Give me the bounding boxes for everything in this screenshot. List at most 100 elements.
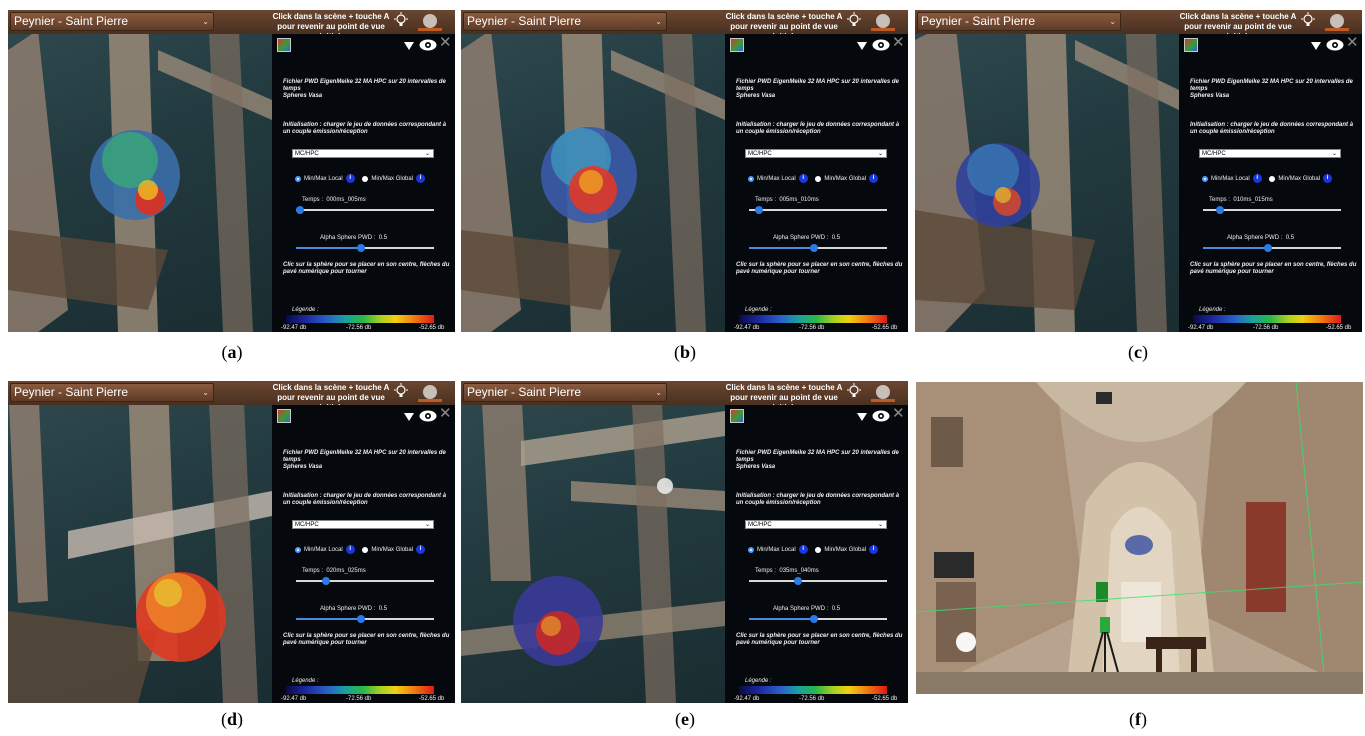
alpha-slider-knob[interactable]: [1264, 244, 1272, 252]
time-slider-knob[interactable]: [296, 206, 304, 214]
info-icon[interactable]: i: [345, 174, 355, 183]
file-info-text: Fichier PWD EigenMeike 32 MA HPC sur 20 …: [736, 79, 899, 92]
caption-f-letter: f: [1135, 709, 1141, 729]
lightbulb-icon[interactable]: [393, 383, 409, 399]
time-slider-knob[interactable]: [322, 577, 330, 585]
radio-global[interactable]: [815, 175, 822, 182]
point-cloud-scene[interactable]: [915, 10, 1179, 332]
collapse-triangle-icon[interactable]: [404, 413, 414, 421]
info-icon[interactable]: i: [1252, 174, 1262, 183]
location-select[interactable]: Peynier - Saint Pierre ⌄: [463, 383, 667, 402]
dataset-thumbnail[interactable]: [277, 409, 291, 423]
radio-global[interactable]: [362, 546, 369, 553]
radio-global[interactable]: [362, 175, 369, 182]
dataset-select[interactable]: MC/HPC ⌄: [292, 520, 434, 529]
chevron-down-icon: ⌄: [655, 17, 662, 26]
info-icon[interactable]: i: [869, 545, 879, 554]
collapse-triangle-icon[interactable]: [857, 413, 867, 421]
collapse-triangle-icon[interactable]: [404, 42, 414, 50]
info-icon[interactable]: i: [798, 545, 808, 554]
lightbulb-icon[interactable]: [846, 383, 862, 399]
dataset-value: MC/HPC: [1202, 151, 1226, 157]
radio-global[interactable]: [815, 546, 822, 553]
file-sub-text: Spheres Vasa: [736, 464, 776, 470]
legend-min: -92.47 db: [281, 696, 307, 702]
location-select[interactable]: Peynier - Saint Pierre ⌄: [917, 12, 1121, 31]
radio-local[interactable]: [748, 175, 754, 182]
info-icon[interactable]: i: [345, 545, 355, 554]
alpha-slider-knob[interactable]: [810, 615, 818, 623]
eye-icon[interactable]: [419, 39, 437, 51]
dataset-thumbnail[interactable]: [1184, 38, 1198, 52]
init-instructions: Initialisation : charger le jeu de donné…: [283, 493, 447, 506]
lightbulb-icon[interactable]: [1300, 12, 1316, 28]
alpha-slider[interactable]: [749, 244, 887, 252]
info-icon[interactable]: i: [869, 174, 879, 183]
alpha-slider-knob[interactable]: [810, 244, 818, 252]
alpha-slider-knob[interactable]: [357, 615, 365, 623]
info-icon[interactable]: i: [416, 545, 426, 554]
alpha-slider-knob[interactable]: [357, 244, 365, 252]
point-cloud-scene[interactable]: [8, 10, 272, 332]
location-select[interactable]: Peynier - Saint Pierre ⌄: [10, 12, 214, 31]
time-label: Temps :: [302, 568, 324, 574]
legend-mid: -72.56 db: [1253, 325, 1279, 331]
location-select[interactable]: Peynier - Saint Pierre ⌄: [463, 12, 667, 31]
collapse-triangle-icon[interactable]: [857, 42, 867, 50]
dataset-select[interactable]: MC/HPC ⌄: [745, 149, 887, 158]
file-info-text: Fichier PWD EigenMeike 32 MA HPC sur 20 …: [283, 79, 446, 92]
control-panel: ✕ Fichier PWD EigenMeike 32 MA HPC sur 2…: [725, 34, 908, 332]
close-icon[interactable]: ✕: [439, 406, 452, 422]
eye-icon[interactable]: [419, 410, 437, 422]
dataset-thumbnail[interactable]: [730, 38, 744, 52]
time-slider[interactable]: [296, 206, 434, 214]
alpha-slider-fill: [749, 247, 814, 249]
info-icon[interactable]: i: [416, 174, 426, 183]
time-slider[interactable]: [749, 577, 887, 585]
location-select[interactable]: Peynier - Saint Pierre ⌄: [10, 383, 214, 402]
dataset-thumbnail[interactable]: [277, 38, 291, 52]
alpha-readout: Alpha Sphere PWD : 0.5: [320, 234, 387, 242]
time-slider[interactable]: [1203, 206, 1341, 214]
dataset-select[interactable]: MC/HPC ⌄: [1199, 149, 1341, 158]
eye-icon[interactable]: [872, 410, 890, 422]
info-icon[interactable]: i: [798, 174, 808, 183]
point-cloud-scene[interactable]: [8, 381, 272, 703]
caption-a: (a): [221, 342, 243, 362]
time-slider-knob[interactable]: [755, 206, 763, 214]
close-icon[interactable]: ✕: [892, 35, 905, 51]
point-cloud-scene[interactable]: [461, 381, 725, 703]
close-icon[interactable]: ✕: [1346, 35, 1359, 51]
eye-icon[interactable]: [872, 39, 890, 51]
close-icon[interactable]: ✕: [892, 406, 905, 422]
time-slider[interactable]: [749, 206, 887, 214]
radio-local[interactable]: [295, 175, 301, 182]
eye-icon[interactable]: [1326, 39, 1344, 51]
radio-global[interactable]: [1269, 175, 1276, 182]
alpha-slider[interactable]: [749, 615, 887, 623]
chevron-down-icon: ⌄: [202, 388, 209, 397]
radio-local[interactable]: [295, 546, 301, 553]
radio-local[interactable]: [748, 546, 754, 553]
alpha-slider[interactable]: [296, 615, 434, 623]
collapse-triangle-icon[interactable]: [1311, 42, 1321, 50]
dataset-select[interactable]: MC/HPC ⌄: [745, 520, 887, 529]
radio-global-label: Min/Max Global: [824, 176, 867, 183]
legend-mid: -72.56 db: [346, 325, 372, 331]
alpha-slider[interactable]: [296, 244, 434, 252]
time-slider[interactable]: [296, 577, 434, 585]
alpha-slider[interactable]: [1203, 244, 1341, 252]
radio-local[interactable]: [1202, 175, 1208, 182]
file-info: Fichier PWD EigenMeike 32 MA HPC sur 20 …: [283, 450, 451, 471]
point-cloud-scene[interactable]: [461, 10, 725, 332]
time-slider-knob[interactable]: [1216, 206, 1224, 214]
minmax-radio-group: Min/Max Local i Min/Max Global i: [1202, 174, 1338, 184]
dataset-thumbnail[interactable]: [730, 409, 744, 423]
info-icon[interactable]: i: [1323, 174, 1333, 183]
close-icon[interactable]: ✕: [439, 35, 452, 51]
lightbulb-icon[interactable]: [846, 12, 862, 28]
lightbulb-icon[interactable]: [393, 12, 409, 28]
alpha-readout: Alpha Sphere PWD : 0.5: [1227, 234, 1294, 242]
time-slider-knob[interactable]: [794, 577, 802, 585]
dataset-select[interactable]: MC/HPC ⌄: [292, 149, 434, 158]
